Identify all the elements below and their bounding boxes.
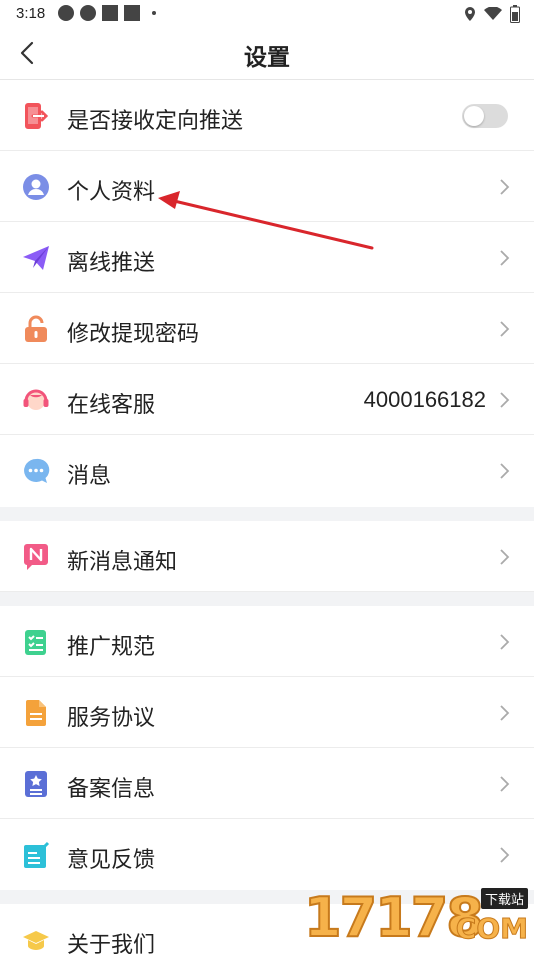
settings-row-new-message-notification[interactable]: 新消息通知 [0, 521, 534, 592]
wifi-icon [484, 7, 502, 20]
chevron-right-icon [500, 321, 510, 337]
app-notification-icon [102, 5, 118, 21]
app-header: 设置 [0, 28, 534, 80]
paper-plane-icon [23, 246, 49, 270]
notification-icons [58, 5, 156, 21]
customer-service-icon [23, 389, 49, 410]
targeted-push-toggle[interactable] [462, 104, 508, 128]
app-notification-icon [80, 5, 96, 21]
section-divider [0, 507, 534, 521]
settings-row-filing-info[interactable]: 备案信息 [0, 748, 534, 819]
settings-row-targeted-push[interactable]: 是否接收定向推送 [0, 80, 534, 151]
watermark-tag: 下载站 [480, 888, 528, 909]
settings-row-customer-service[interactable]: 在线客服 4000166182 [0, 364, 534, 435]
row-label: 离线推送 [67, 250, 156, 275]
user-profile-icon [23, 174, 49, 200]
chevron-right-icon [500, 179, 510, 195]
row-label: 服务协议 [67, 705, 156, 730]
row-label: 在线客服 [67, 392, 156, 417]
chevron-right-icon [500, 634, 510, 650]
document-icon [26, 700, 46, 726]
row-label: 个人资料 [67, 179, 156, 204]
more-notifications-icon [152, 11, 156, 15]
chevron-right-icon [500, 776, 510, 792]
settings-row-profile[interactable]: 个人资料 [0, 151, 534, 222]
settings-row-messages[interactable]: 消息 [0, 435, 534, 506]
settings-row-change-password[interactable]: 修改提现密码 [0, 293, 534, 364]
settings-row-feedback[interactable]: 意见反馈 [0, 819, 534, 890]
page-title: 设置 [244, 44, 290, 70]
row-label: 意见反馈 [67, 847, 156, 872]
chevron-right-icon [500, 847, 510, 863]
status-bar: 3:18 [0, 0, 534, 28]
service-phone-number: 4000166182 [363, 387, 486, 412]
watermark-domain: COM [455, 912, 528, 946]
app-notification-icon [124, 5, 140, 21]
chevron-right-icon [500, 549, 510, 565]
battery-icon [510, 5, 520, 23]
row-label: 修改提现密码 [67, 321, 200, 346]
watermark-logo: 17178 下载站 COM [303, 885, 530, 950]
row-label: 备案信息 [67, 776, 156, 801]
settings-row-offline-push[interactable]: 离线推送 [0, 222, 534, 293]
row-label: 推广规范 [67, 634, 156, 659]
chevron-right-icon [500, 392, 510, 408]
row-label: 消息 [67, 463, 112, 488]
chevron-right-icon [500, 250, 510, 266]
chevron-right-icon [500, 463, 510, 479]
system-icons [464, 5, 520, 23]
checklist-icon [25, 630, 46, 655]
row-label: 关于我们 [67, 932, 156, 957]
app-notification-icon [58, 5, 74, 21]
edit-note-icon [24, 841, 50, 868]
location-icon [465, 7, 475, 21]
row-label: 新消息通知 [67, 549, 178, 574]
status-time: 3:18 [16, 5, 46, 22]
push-phone-icon [25, 103, 49, 129]
settings-row-promotion-rules[interactable]: 推广规范 [0, 606, 534, 677]
chat-bubble-icon [24, 458, 50, 483]
row-label: 是否接收定向推送 [67, 108, 244, 133]
notification-n-icon [24, 544, 48, 570]
chevron-right-icon [500, 705, 510, 721]
toggle-knob [464, 106, 484, 126]
settings-row-service-agreement[interactable]: 服务协议 [0, 677, 534, 748]
section-divider [0, 592, 534, 606]
certificate-icon [25, 771, 47, 797]
lock-icon [25, 315, 47, 342]
